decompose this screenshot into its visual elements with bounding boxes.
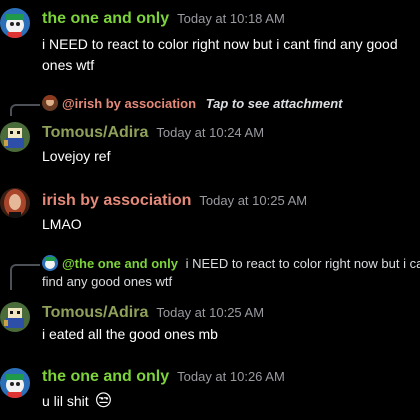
- author-name[interactable]: the one and only Today at 10:18 AM: [42, 10, 285, 28]
- avatar-the-one-and-only[interactable]: [0, 8, 30, 38]
- avatar-the-one-and-only[interactable]: [0, 368, 30, 398]
- avatar-irish[interactable]: [0, 188, 30, 218]
- message-text: i eated all the good ones mb: [42, 324, 218, 345]
- reply-connector: [10, 104, 40, 116]
- timestamp: Today at 10:25 AM: [156, 305, 265, 320]
- reply-snippet-line2: find any good ones wtf: [42, 274, 173, 289]
- unamused-face-emoji: 😒: [94, 391, 113, 410]
- reply-author[interactable]: @the one and only i NEED to react to col…: [62, 256, 420, 271]
- timestamp: Today at 10:18 AM: [177, 11, 285, 26]
- message-line: ones wtf: [42, 57, 95, 73]
- reply-attachment-text[interactable]: Tap to see attachment: [206, 96, 343, 111]
- reply-preview[interactable]: @irish by association Tap to see attachm…: [0, 94, 420, 116]
- author-name[interactable]: irish by association Today at 10:25 AM: [42, 192, 307, 210]
- message-text: i NEED to react to color right now but i…: [42, 34, 398, 76]
- avatar-tomous-adira[interactable]: [0, 122, 30, 152]
- message-4[interactable]: Tomous/Adira Today at 10:25 AM i eated al…: [0, 298, 420, 348]
- timestamp: Today at 10:26 AM: [177, 369, 285, 384]
- message-5[interactable]: the one and only Today at 10:26 AM u lil …: [0, 364, 420, 420]
- message-text: LMAO: [42, 214, 82, 235]
- message-2[interactable]: Tomous/Adira Today at 10:24 AM Lovejoy re…: [0, 118, 420, 168]
- message-line: u lil shit: [42, 393, 89, 409]
- timestamp: Today at 10:25 AM: [199, 193, 308, 208]
- timestamp: Today at 10:24 AM: [156, 125, 265, 140]
- author-name[interactable]: Tomous/Adira Today at 10:24 AM: [42, 124, 264, 142]
- message-1[interactable]: the one and only Today at 10:18 AM i NEED…: [0, 4, 420, 74]
- message-line: Lovejoy ref: [42, 148, 111, 164]
- author-name[interactable]: Tomous/Adira Today at 10:25 AM: [42, 304, 264, 322]
- avatar-tomous-adira[interactable]: [0, 302, 30, 332]
- reply-avatar: [42, 95, 58, 111]
- message-line: i eated all the good ones mb: [42, 326, 218, 342]
- message-line: i NEED to react to color right now but i…: [42, 36, 398, 52]
- reply-preview[interactable]: @the one and only i NEED to react to col…: [0, 254, 420, 292]
- message-text: Lovejoy ref: [42, 146, 110, 167]
- reply-snippet: i NEED to react to color right now but i…: [185, 256, 420, 271]
- message-3[interactable]: irish by association Today at 10:25 AM LM…: [0, 186, 420, 236]
- reply-avatar: [42, 255, 58, 271]
- message-text: u lil shit 😒: [42, 390, 112, 412]
- reply-author[interactable]: @irish by association Tap to see attachm…: [62, 96, 342, 111]
- message-line: LMAO: [42, 216, 82, 232]
- author-name[interactable]: the one and only Today at 10:26 AM: [42, 368, 285, 386]
- reply-connector: [10, 264, 40, 290]
